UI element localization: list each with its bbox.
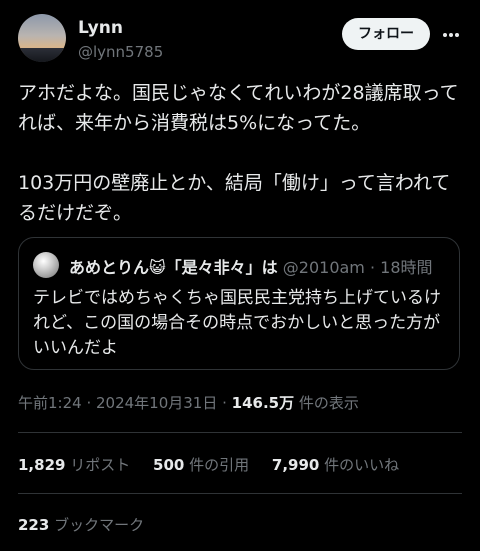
quote-stat[interactable]: 500 件の引用 xyxy=(153,454,249,475)
author-avatar[interactable] xyxy=(18,14,66,62)
more-dots-icon[interactable] xyxy=(442,22,466,46)
quoted-tweet[interactable]: あめとりん😺「是々非々」は @2010am · 18時間 テレビではめちゃくちゃ… xyxy=(18,237,460,370)
like-count: 7,990 xyxy=(271,456,320,474)
like-stat[interactable]: 7,990 件のいいね xyxy=(272,454,399,475)
timestamp-time[interactable]: 午前1:24 · 2024年10月31日 · xyxy=(18,394,232,412)
bookmark-count: 223 xyxy=(18,516,50,534)
views-count: 146.5万 xyxy=(231,394,295,412)
quoted-time: · 18時間 xyxy=(369,258,433,277)
follow-button[interactable]: フォロー xyxy=(342,18,430,50)
repost-label: リポスト xyxy=(65,456,131,474)
divider xyxy=(18,432,462,433)
like-label: 件のいいね xyxy=(319,456,400,474)
repost-stat[interactable]: 1,829 リポスト xyxy=(18,454,130,475)
bookmark-stat[interactable]: 223 ブックマーク xyxy=(18,514,144,535)
quote-count: 500 xyxy=(153,456,185,474)
quote-label: 件の引用 xyxy=(184,456,250,474)
repost-count: 1,829 xyxy=(18,456,66,474)
views-label: 件の表示 xyxy=(294,394,359,412)
author-name[interactable]: Lynn xyxy=(78,18,123,38)
quoted-author-avatar xyxy=(33,252,59,278)
bookmark-label: ブックマーク xyxy=(49,516,145,534)
quoted-tweet-header: あめとりん😺「是々非々」は @2010am · 18時間 xyxy=(69,254,433,278)
author-handle[interactable]: @lynn5785 xyxy=(78,43,163,61)
tweet-text: アホだよな。国民じゃなくてれいわが28議席取ってれば、来年から消費税は5%になっ… xyxy=(18,82,459,224)
engagement-stats: 1,829 リポスト 500 件の引用 7,990 件のいいね xyxy=(18,454,417,475)
quoted-author-name: あめとりん😺「是々非々」は xyxy=(69,258,278,277)
quoted-tweet-text: テレビではめちゃくちゃ国民民主党持ち上げているけれど、この国の場合その時点でおか… xyxy=(33,288,441,358)
quoted-author-handle: @2010am xyxy=(282,258,365,277)
tweet-timestamp: 午前1:24 · 2024年10月31日 · 146.5万 件の表示 xyxy=(18,392,359,413)
tweet-header: Lynn @lynn5785 フォロー xyxy=(18,14,466,66)
divider xyxy=(18,493,462,494)
